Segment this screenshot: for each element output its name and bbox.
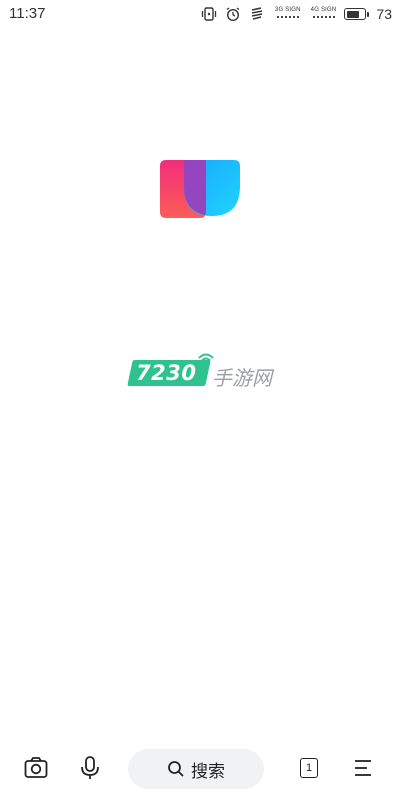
signal-3g: 3G SIGN bbox=[275, 7, 301, 22]
menu-button[interactable] bbox=[348, 753, 378, 783]
menu-icon bbox=[355, 760, 371, 776]
search-label: 搜索 bbox=[191, 761, 225, 781]
status-icons: 3G SIGN 4G SIGN 73 bbox=[201, 4, 392, 24]
signal-4g-label: 4G SIGN bbox=[310, 6, 337, 13]
watermark-text: 手游网 bbox=[212, 368, 272, 390]
tabs-button[interactable]: 1 bbox=[294, 753, 324, 783]
data-transfer-icon bbox=[251, 7, 263, 20]
watermark: 7230 手游网 bbox=[127, 348, 280, 393]
search-icon bbox=[168, 761, 184, 777]
battery-icon bbox=[344, 8, 370, 20]
alarm-icon bbox=[226, 7, 240, 22]
signal-4g: 4G SIGN bbox=[311, 7, 337, 22]
search-button[interactable]: 搜索 bbox=[128, 749, 264, 789]
battery-level: 73 bbox=[376, 6, 392, 22]
app-logo-icon bbox=[160, 160, 240, 218]
signal-3g-label: 3G SIGN bbox=[274, 6, 301, 13]
vibrate-icon bbox=[201, 7, 217, 21]
camera-button[interactable] bbox=[21, 753, 51, 783]
tab-count: 1 bbox=[300, 758, 318, 778]
watermark-number: 7230 bbox=[136, 361, 197, 385]
status-bar: 11:37 3G SIGN 4G SIGN 73 bbox=[0, 0, 400, 28]
voice-button[interactable] bbox=[75, 753, 105, 783]
status-time: 11:37 bbox=[9, 5, 46, 22]
microphone-icon bbox=[81, 756, 99, 779]
bottom-toolbar: 搜索 1 bbox=[0, 745, 400, 793]
camera-icon bbox=[24, 757, 48, 778]
